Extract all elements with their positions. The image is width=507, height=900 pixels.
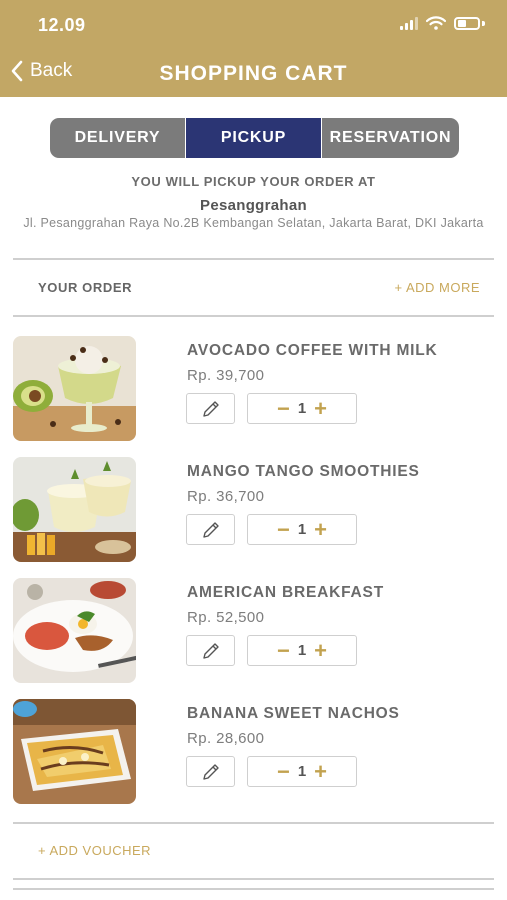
item-image: [13, 578, 136, 683]
edit-note-button[interactable]: [186, 756, 235, 787]
quantity-value: 1: [297, 642, 307, 659]
increase-button[interactable]: +: [314, 518, 327, 541]
quantity-value: 1: [297, 763, 307, 780]
item-image: [13, 336, 136, 441]
pencil-icon: [202, 763, 219, 780]
tab-delivery[interactable]: DELIVERY: [50, 118, 185, 158]
store-name: Pesanggrahan: [200, 197, 307, 214]
divider: [13, 888, 494, 890]
status-icons: [400, 16, 485, 30]
pencil-icon: [202, 400, 219, 417]
item-name: BANANA SWEET NACHOS: [187, 705, 400, 722]
divider: [13, 878, 494, 880]
item-name: MANGO TANGO SMOOTHIES: [187, 463, 420, 480]
decrease-button[interactable]: −: [277, 760, 290, 783]
app-header: 12.09 Back SHOPPING CART: [0, 0, 507, 97]
decrease-button[interactable]: −: [277, 639, 290, 662]
status-time: 12.09: [38, 15, 86, 35]
cart-item: MANGO TANGO SMOOTHIES Rp. 36,700 − 1 +: [0, 457, 507, 563]
quantity-value: 1: [297, 521, 307, 538]
tab-reservation[interactable]: RESERVATION: [322, 118, 459, 158]
divider: [13, 822, 494, 824]
item-image: [13, 457, 136, 562]
order-type-tabs: DELIVERY PICKUP RESERVATION: [50, 118, 459, 158]
quantity-stepper: − 1 +: [247, 756, 357, 787]
pickup-label: YOU WILL PICKUP YOUR ORDER AT: [131, 174, 376, 189]
pencil-icon: [202, 521, 219, 538]
edit-note-button[interactable]: [186, 514, 235, 545]
your-order-heading: YOUR ORDER: [38, 280, 133, 295]
pencil-icon: [202, 642, 219, 659]
cart-item: BANANA SWEET NACHOS Rp. 28,600 − 1 +: [0, 699, 507, 805]
item-name: AVOCADO COFFEE WITH MILK: [187, 342, 438, 359]
battery-tip: [482, 20, 485, 26]
item-price: Rp. 36,700: [187, 488, 265, 505]
cart-item: AVOCADO COFFEE WITH MILK Rp. 39,700 − 1 …: [0, 336, 507, 442]
divider: [13, 315, 494, 317]
store-address: Jl. Pesanggrahan Raya No.2B Kembangan Se…: [23, 216, 484, 230]
decrease-button[interactable]: −: [277, 397, 290, 420]
quantity-stepper: − 1 +: [247, 514, 357, 545]
divider: [13, 258, 494, 260]
add-more-button[interactable]: + ADD MORE: [394, 280, 480, 295]
increase-button[interactable]: +: [314, 397, 327, 420]
cart-item: AMERICAN BREAKFAST Rp. 52,500 − 1 +: [0, 578, 507, 684]
cellular-signal-icon: [400, 16, 418, 30]
edit-note-button[interactable]: [186, 635, 235, 666]
add-voucher-button[interactable]: + ADD VOUCHER: [38, 843, 151, 858]
increase-button[interactable]: +: [314, 639, 327, 662]
battery-icon: [454, 16, 480, 30]
item-image: [13, 699, 136, 804]
quantity-value: 1: [297, 400, 307, 417]
tab-pickup[interactable]: PICKUP: [185, 118, 322, 158]
quantity-stepper: − 1 +: [247, 393, 357, 424]
edit-note-button[interactable]: [186, 393, 235, 424]
item-price: Rp. 28,600: [187, 730, 265, 747]
wifi-icon: [426, 16, 446, 30]
item-price: Rp. 52,500: [187, 609, 265, 626]
item-price: Rp. 39,700: [187, 367, 265, 384]
increase-button[interactable]: +: [314, 760, 327, 783]
item-name: AMERICAN BREAKFAST: [187, 584, 384, 601]
decrease-button[interactable]: −: [277, 518, 290, 541]
page-title: SHOPPING CART: [159, 62, 348, 85]
quantity-stepper: − 1 +: [247, 635, 357, 666]
